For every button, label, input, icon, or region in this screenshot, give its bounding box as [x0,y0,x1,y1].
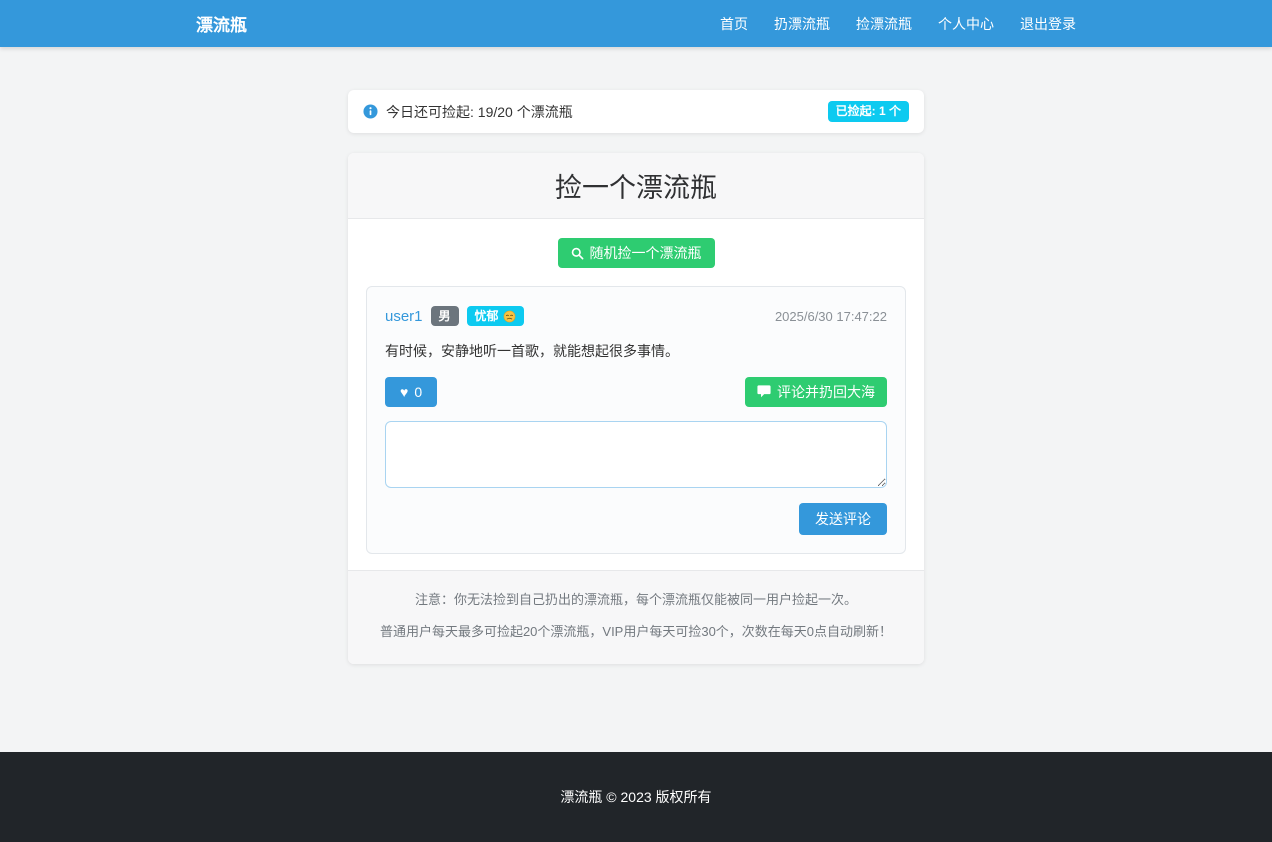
search-icon [571,247,584,260]
page-main: 今日还可捡起: 19/20 个漂流瓶 已捡起: 1 个 捡一个漂流瓶 随机捡一个… [348,90,924,664]
send-comment-button[interactable]: 发送评论 [799,502,887,535]
like-count: 0 [414,383,423,400]
nav-item-logout[interactable]: 退出登录 [1020,16,1076,32]
pick-bottle-card: 捡一个漂流瓶 随机捡一个漂流瓶 user1 男 忧郁 2025/6/30 17:… [348,153,924,664]
pensive-face-icon [503,310,516,323]
top-navbar: 漂流瓶 首页 扔漂流瓶 捡漂流瓶 个人中心 退出登录 [0,0,1272,47]
info-circle-icon [363,104,378,119]
random-pick-button[interactable]: 随机捡一个漂流瓶 [557,238,715,268]
rule-note-1: 注意：你无法捡到自己扔出的漂流瓶，每个漂流瓶仅能被同一用户捡起一次。 [414,591,857,607]
nav-item-home[interactable]: 首页 [720,16,748,32]
quota-info: 今日还可捡起: 19/20 个漂流瓶 [363,102,573,122]
bottle-result-box: user1 男 忧郁 2025/6/30 17:47:22 有时候，安静地听一首… [366,286,906,554]
copyright-text: 漂流瓶 © 2023 版权所有 [560,788,712,805]
comment-throw-back-button[interactable]: 评论并扔回大海 [745,376,887,407]
nav-item-throw-bottle[interactable]: 扔漂流瓶 [774,16,830,32]
gender-badge: 男 [430,306,459,327]
picked-count-badge: 已捡起: 1 个 [827,101,909,122]
mood-badge-label: 忧郁 [474,309,499,323]
bottle-author-link[interactable]: user1 [385,308,423,325]
random-pick-label: 随机捡一个漂流瓶 [589,245,702,261]
nav-menu: 首页 扔漂流瓶 捡漂流瓶 个人中心 退出登录 [720,14,1076,34]
quota-text: 今日还可捡起: 19/20 个漂流瓶 [386,103,573,120]
rules-note-section: 注意：你无法捡到自己扔出的漂流瓶，每个漂流瓶仅能被同一用户捡起一次。 普通用户每… [348,569,924,664]
speech-bubble-icon [757,385,771,398]
brand-logo[interactable]: 漂流瓶 [196,11,247,36]
bottle-message: 有时候，安静地听一首歌，就能想起很多事情。 [385,343,679,360]
nav-item-profile[interactable]: 个人中心 [938,16,994,32]
bottle-timestamp: 2025/6/30 17:47:22 [774,308,887,324]
comment-throw-back-label: 评论并扔回大海 [777,383,875,400]
nav-item-pick-bottle[interactable]: 捡漂流瓶 [856,16,912,32]
heart-icon: ♥ [400,383,409,400]
mood-badge: 忧郁 [466,306,524,327]
rule-note-2: 普通用户每天最多可捡起20个漂流瓶，VIP用户每天可捡30个，次数在每天0点自动… [379,623,893,639]
quota-alert-card: 今日还可捡起: 19/20 个漂流瓶 已捡起: 1 个 [348,90,924,133]
page-title: 捡一个漂流瓶 [348,153,924,219]
like-button[interactable]: ♥ 0 [385,376,438,407]
comment-input[interactable] [385,420,887,488]
site-footer: 漂流瓶 © 2023 版权所有 [0,751,1272,842]
navbar-container: 漂流瓶 首页 扔漂流瓶 捡漂流瓶 个人中心 退出登录 [196,0,1076,47]
pick-card-body: 随机捡一个漂流瓶 user1 男 忧郁 2025/6/30 17:47:22 有… [348,219,924,570]
